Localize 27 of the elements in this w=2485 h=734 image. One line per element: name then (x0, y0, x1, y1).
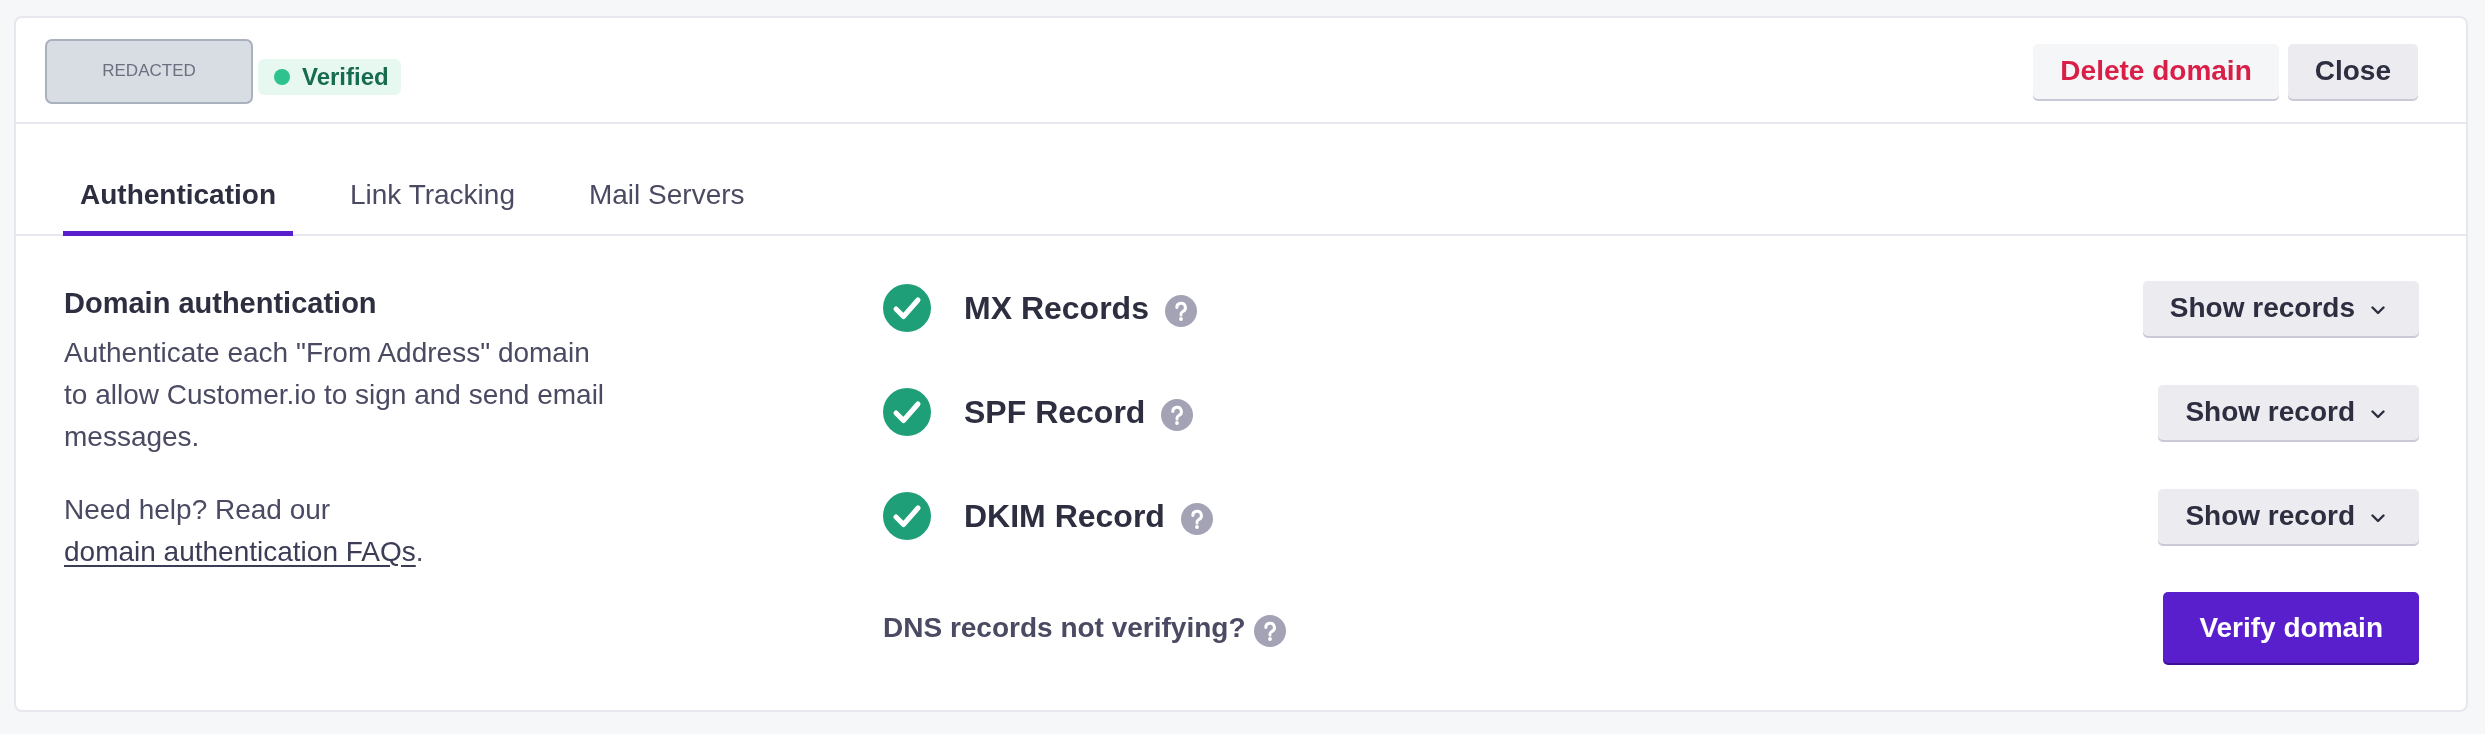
help-icon[interactable] (1180, 503, 1213, 535)
close-button[interactable]: Close (2287, 43, 2418, 99)
help-icon[interactable] (1164, 295, 1197, 327)
help-question: DNS records not verifying? (883, 611, 1246, 644)
tab[interactable]: Link Tracking (333, 124, 532, 236)
chevron-down-icon (2371, 409, 2385, 419)
redacted-label: REDACTED (45, 38, 253, 104)
help-icon[interactable] (1253, 614, 1286, 647)
section-description: Authenticate each "From Address" domain to allow Customer.io to sign and send email messages. (64, 336, 606, 454)
help-icon[interactable] (1161, 399, 1194, 431)
chevron-down-icon (2371, 305, 2385, 315)
record-name: SPF Record (964, 393, 1146, 431)
section-title: Domain authentication (64, 286, 378, 320)
status-dot-icon (274, 69, 290, 85)
show-records-button[interactable]: Show record (2158, 488, 2419, 544)
delete-button[interactable]: Delete domain (2033, 43, 2279, 99)
tab[interactable]: Authentication (63, 124, 293, 236)
help-text: Need help? Read our domain authentication FAQs. (64, 493, 425, 569)
help-link[interactable]: domain authentication FAQs (64, 536, 416, 567)
status-label: Verified (302, 63, 389, 91)
chevron-down-icon (2371, 513, 2385, 523)
record-name: MX Records (964, 289, 1149, 327)
tab[interactable]: Mail Servers (571, 124, 762, 236)
verify-domain-button[interactable]: Verify domain (2163, 592, 2419, 663)
record-name: DKIM Record (964, 497, 1165, 535)
show-records-button[interactable]: Show records (2142, 280, 2419, 336)
show-records-button[interactable]: Show record (2158, 384, 2419, 440)
